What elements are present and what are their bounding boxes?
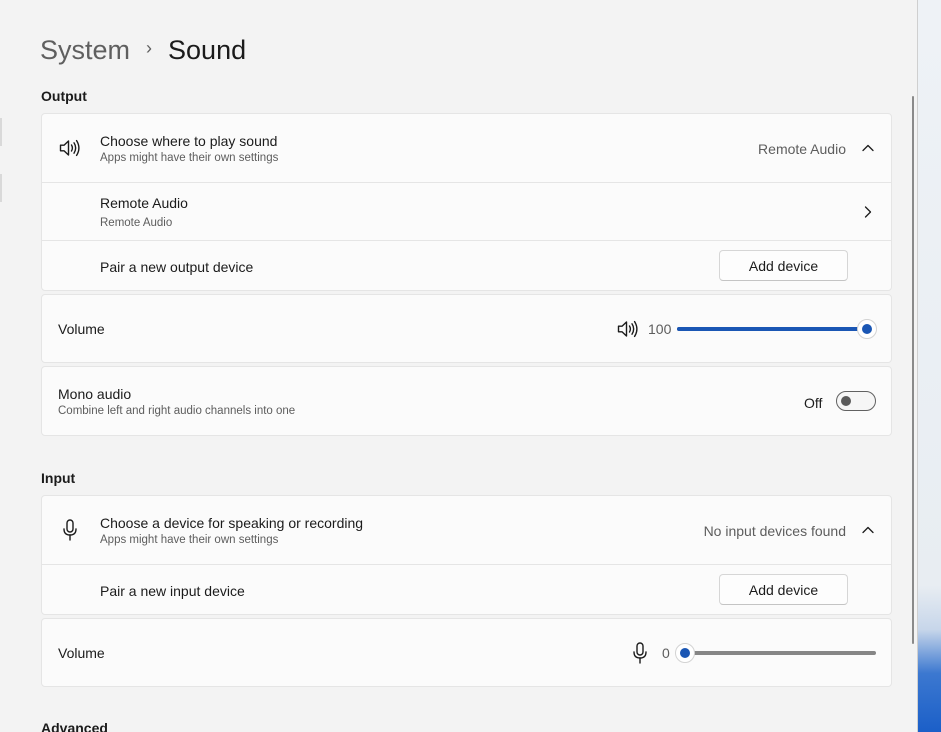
output-pair-row: Pair a new output device Add device — [42, 240, 891, 291]
input-selected-device: No input devices found — [703, 523, 846, 539]
nav-edge-mark — [0, 174, 2, 202]
speaker-icon — [58, 136, 82, 160]
page-title: Sound — [168, 34, 247, 65]
output-device-subtitle: Remote Audio — [100, 217, 173, 229]
output-pair-label: Pair a new output device — [100, 259, 254, 275]
chevron-up-icon[interactable] — [860, 522, 876, 538]
output-choose-title: Choose where to play sound — [100, 133, 278, 149]
vertical-scrollbar[interactable] — [912, 96, 914, 644]
input-volume-card: Volume 0 — [41, 618, 892, 687]
nav-edge-mark — [0, 118, 2, 146]
output-device-remote-audio[interactable]: Remote Audio Remote Audio — [42, 182, 891, 240]
input-pair-row: Pair a new input device Add device — [42, 564, 891, 615]
output-volume-value: 100 — [648, 321, 672, 337]
toggle-knob — [841, 396, 851, 406]
slider-thumb[interactable] — [857, 319, 877, 339]
slider-fill — [677, 327, 867, 331]
output-volume-slider[interactable] — [677, 319, 877, 339]
input-choose-title: Choose a device for speaking or recordin… — [100, 515, 364, 531]
add-output-device-button[interactable]: Add device — [719, 250, 848, 281]
advanced-section-label: Advanced — [41, 720, 108, 732]
input-device-card: Choose a device for speaking or recordin… — [41, 495, 892, 615]
mono-audio-card: Mono audio Combine left and right audio … — [41, 366, 892, 436]
breadcrumb-separator-icon: › — [146, 37, 153, 58]
input-volume-value: 0 — [662, 645, 670, 661]
output-section-label: Output — [41, 88, 87, 104]
chevron-up-icon[interactable] — [860, 140, 876, 156]
input-choose-row[interactable]: Choose a device for speaking or recordin… — [42, 496, 891, 564]
chevron-right-icon — [860, 204, 876, 220]
output-device-card: Choose where to play sound Apps might ha… — [41, 113, 892, 291]
output-device-title: Remote Audio — [100, 195, 188, 211]
sound-settings-page: System › Sound Output Choose where to pl… — [0, 0, 917, 732]
microphone-icon[interactable] — [628, 641, 652, 665]
input-section-label: Input — [41, 470, 76, 486]
breadcrumb: System › Sound — [40, 30, 246, 70]
microphone-icon — [58, 518, 82, 542]
input-choose-subtitle: Apps might have their own settings — [100, 534, 279, 546]
mono-audio-toggle[interactable] — [836, 391, 876, 411]
output-volume-card: Volume 100 — [41, 294, 892, 363]
input-volume-label: Volume — [58, 645, 105, 661]
slider-thumb[interactable] — [675, 643, 695, 663]
add-input-device-button[interactable]: Add device — [719, 574, 848, 605]
settings-window: System › Sound Output Choose where to pl… — [0, 0, 941, 732]
output-choose-subtitle: Apps might have their own settings — [100, 152, 279, 164]
slider-track — [685, 651, 876, 655]
desktop-background — [917, 0, 941, 732]
output-volume-label: Volume — [58, 321, 105, 337]
mono-audio-subtitle: Combine left and right audio channels in… — [58, 405, 296, 417]
output-selected-device: Remote Audio — [758, 141, 846, 157]
breadcrumb-system-link[interactable]: System — [40, 35, 130, 66]
mono-audio-state: Off — [804, 395, 823, 411]
speaker-icon[interactable] — [616, 317, 640, 341]
input-pair-label: Pair a new input device — [100, 583, 245, 599]
output-choose-row[interactable]: Choose where to play sound Apps might ha… — [42, 114, 891, 182]
input-volume-slider[interactable] — [675, 643, 876, 663]
mono-audio-title: Mono audio — [58, 386, 132, 402]
